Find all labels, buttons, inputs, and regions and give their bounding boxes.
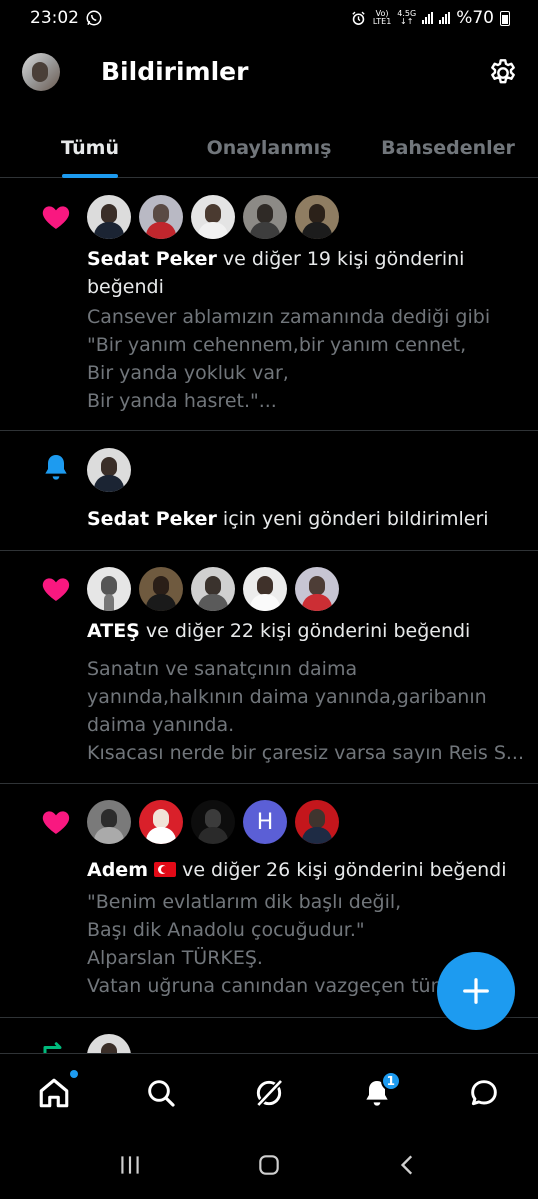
- tab-all[interactable]: Tümü: [0, 118, 180, 178]
- avatar[interactable]: [295, 195, 339, 239]
- notification-action: için yeni gönderi bildirimleri: [216, 508, 489, 530]
- notification-text: Sedat Peker için yeni gönderi bildirimle…: [87, 505, 517, 533]
- avatar[interactable]: [295, 567, 339, 611]
- avatar-row: [87, 1034, 131, 1053]
- avatar-row: [87, 195, 339, 239]
- notification-text: Sedat Peker ve diğer 19 kişi gönderini b…: [87, 245, 517, 301]
- avatar-row: [87, 448, 131, 492]
- nav-home[interactable]: [0, 1054, 108, 1131]
- nav-search[interactable]: [108, 1054, 216, 1131]
- avatar[interactable]: [87, 800, 131, 844]
- bottom-navigation: 1: [0, 1053, 538, 1131]
- avatar-letter: H: [256, 809, 274, 835]
- nav-notifications[interactable]: 1: [323, 1054, 431, 1131]
- turkey-flag-icon: [154, 862, 177, 877]
- retweet-icon: [43, 1042, 62, 1053]
- avatar-row: H: [87, 800, 339, 844]
- alarm-icon: [352, 11, 365, 25]
- tab-mentions[interactable]: Bahsedenler: [358, 118, 538, 178]
- notification-action: ve diğer 26 kişi gönderini beğendi: [176, 859, 507, 881]
- avatar[interactable]: [139, 800, 183, 844]
- avatar[interactable]: [87, 448, 131, 492]
- app-header: Bildirimler: [0, 44, 538, 104]
- back-icon[interactable]: [395, 1152, 421, 1178]
- avatar[interactable]: [191, 567, 235, 611]
- avatar[interactable]: [139, 195, 183, 239]
- network-gen: 4.5G ↓↑: [397, 9, 417, 26]
- nav-grok[interactable]: [215, 1054, 323, 1131]
- avatar[interactable]: [243, 567, 287, 611]
- actor-name[interactable]: ATEŞ: [87, 620, 140, 642]
- signal-icon-2: [439, 12, 451, 24]
- notification-item[interactable]: Sedat Peker için yeni gönderi bildirimle…: [0, 431, 538, 551]
- notification-action: ve diğer 22 kişi gönderini beğendi: [139, 620, 471, 642]
- tab-label: Bahsedenler: [381, 137, 515, 159]
- heart-icon: [42, 578, 70, 601]
- chat-bubble-icon: [471, 1079, 497, 1105]
- home-unread-dot: [70, 1070, 78, 1078]
- tab-bar: Tümü Onaylanmış Bahsedenler: [0, 118, 538, 178]
- tab-verified[interactable]: Onaylanmış: [180, 118, 358, 178]
- actor-name[interactable]: Sedat Peker: [87, 508, 217, 530]
- whatsapp-icon: [86, 10, 102, 26]
- status-bar: 23:02 Vo) LTE1 4.5G ↓↑ %70: [0, 0, 538, 36]
- status-time: 23:02: [30, 8, 79, 28]
- avatar[interactable]: H: [243, 800, 287, 844]
- avatar[interactable]: [87, 195, 131, 239]
- tab-label: Onaylanmış: [206, 137, 332, 159]
- heart-icon: [42, 206, 70, 229]
- actor-name[interactable]: Adem: [87, 859, 148, 881]
- notification-count-badge: 1: [380, 1071, 401, 1091]
- nav-messages[interactable]: [430, 1054, 538, 1131]
- avatar[interactable]: [87, 1034, 131, 1053]
- avatar[interactable]: [243, 195, 287, 239]
- battery-percent: %70: [456, 8, 494, 28]
- avatar[interactable]: [87, 567, 131, 611]
- avatar[interactable]: [191, 195, 235, 239]
- actor-name[interactable]: Sedat Peker: [87, 248, 217, 270]
- notification-item[interactable]: ATEŞ ve diğer 22 kişi gönderini beğendi …: [0, 551, 538, 784]
- grok-icon: [256, 1078, 283, 1107]
- avatar[interactable]: [295, 800, 339, 844]
- battery-icon: [500, 10, 510, 26]
- avatar[interactable]: [139, 567, 183, 611]
- active-tab-indicator: [62, 174, 118, 178]
- post-preview: Cansever ablamızın zamanında dediği gibi…: [87, 306, 491, 412]
- home-button-icon[interactable]: [256, 1152, 282, 1178]
- notifications-list: Sedat Peker ve diğer 19 kişi gönderini b…: [0, 179, 538, 1053]
- search-icon: [148, 1079, 175, 1107]
- post-preview: Sanatın ve sanatçının daima yanında,halk…: [87, 658, 524, 764]
- avatar-row: [87, 567, 339, 611]
- signal-icon: [422, 12, 434, 24]
- avatar[interactable]: [191, 800, 235, 844]
- home-icon: [39, 1078, 69, 1107]
- plus-icon: [463, 978, 489, 1004]
- profile-avatar[interactable]: [22, 53, 60, 91]
- tab-label: Tümü: [60, 137, 119, 159]
- volte-indicator: Vo) LTE1: [372, 9, 392, 26]
- notification-text: ATEŞ ve diğer 22 kişi gönderini beğendi: [87, 617, 517, 645]
- notification-text: Adem ve diğer 26 kişi gönderini beğendi: [87, 856, 517, 884]
- page-title: Bildirimler: [101, 57, 249, 86]
- bell-icon: [45, 455, 67, 480]
- recent-apps-icon[interactable]: [117, 1152, 143, 1178]
- system-navigation: [0, 1131, 538, 1199]
- gear-icon[interactable]: [487, 57, 519, 89]
- compose-button[interactable]: [437, 952, 515, 1030]
- heart-icon: [42, 811, 70, 834]
- notification-item[interactable]: Sedat Peker ve diğer 19 kişi gönderini b…: [0, 179, 538, 431]
